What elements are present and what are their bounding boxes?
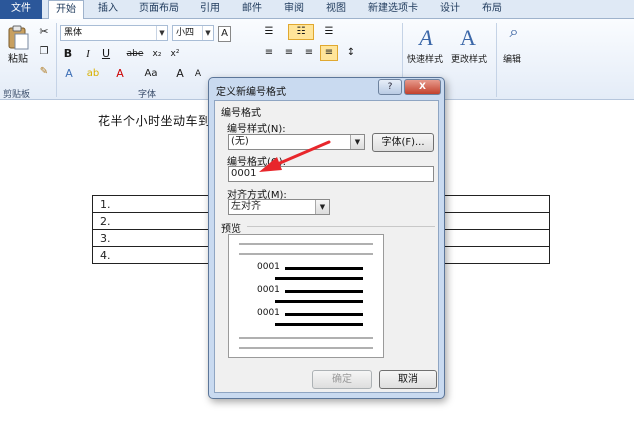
tab-view[interactable]: 视图: [318, 0, 354, 19]
separator: [496, 23, 497, 97]
annotation-arrow-icon: [259, 140, 331, 172]
change-case-button[interactable]: Aa: [142, 67, 160, 81]
preview-text-line: [285, 290, 363, 293]
preview-text-line: [275, 323, 363, 326]
chevron-down-icon[interactable]: ▼: [350, 135, 364, 149]
change-style-button[interactable]: 更改样式: [448, 53, 490, 67]
bullets-icon[interactable]: ☰: [262, 25, 276, 39]
preview-text-line: [275, 277, 363, 280]
align-right-icon[interactable]: ≡: [302, 46, 316, 60]
preview-text-line: [285, 313, 363, 316]
font-size-combo[interactable]: 小四 ▼: [172, 25, 214, 41]
paste-button[interactable]: 粘贴: [4, 53, 32, 67]
number-style-value: (无): [231, 136, 249, 147]
text-effect-icon[interactable]: A: [62, 67, 76, 81]
separator: [56, 23, 57, 97]
preview-text-line: [285, 267, 363, 270]
font-name-value: 黑体: [64, 28, 83, 38]
number-format-section-label: 编号格式: [221, 108, 261, 119]
tab-file[interactable]: 文件: [0, 0, 42, 19]
align-left-icon[interactable]: ≡: [262, 46, 276, 60]
tab-layout[interactable]: 布局: [474, 0, 510, 19]
alignment-select[interactable]: 左对齐 ▼: [228, 199, 330, 215]
dialog-title: 定义新编号格式: [216, 87, 286, 98]
tab-mailings[interactable]: 邮件: [234, 0, 270, 19]
preview-number: 0001: [257, 262, 280, 272]
underline-button[interactable]: U: [100, 47, 112, 61]
close-button[interactable]: X: [404, 79, 441, 95]
superscript-button[interactable]: x²: [168, 47, 182, 61]
strikethrough-button[interactable]: abe: [124, 47, 146, 61]
char-border-button[interactable]: A: [218, 26, 231, 42]
align-center-icon[interactable]: ≡: [282, 46, 296, 60]
chevron-down-icon[interactable]: ▼: [156, 26, 167, 40]
define-number-format-dialog: 定义新编号格式 ? X 编号格式 编号样式(N): (无) ▼ 字体(F)...…: [208, 77, 445, 399]
tab-new-tab[interactable]: 新建选项卡: [360, 0, 426, 19]
ok-button[interactable]: 确定: [312, 370, 372, 389]
ribbon-tab-bar: 文件 开始 插入 页面布局 引用 邮件 审阅 视图 新建选项卡 设计 布局: [0, 0, 634, 20]
tab-references[interactable]: 引用: [192, 0, 228, 19]
font-group-label: 字体: [138, 90, 157, 100]
preview-gray-line: [239, 253, 373, 255]
document-text-line: 花半个小时坐动车到: [98, 114, 211, 128]
copy-icon[interactable]: ❐: [38, 45, 50, 59]
quick-style-icon[interactable]: A: [412, 25, 440, 51]
justify-icon[interactable]: ≡: [320, 45, 338, 61]
font-size-value: 小四: [176, 28, 195, 38]
clipboard-group-label: 剪贴板: [3, 90, 31, 100]
tab-page-layout[interactable]: 页面布局: [132, 0, 186, 19]
format-painter-icon[interactable]: ✎: [38, 65, 50, 79]
font-name-combo[interactable]: 黑体 ▼: [60, 25, 168, 41]
numbering-icon[interactable]: ☷: [288, 24, 314, 40]
font-color-icon[interactable]: A: [114, 67, 126, 81]
help-button[interactable]: ?: [378, 79, 402, 95]
alignment-value: 左对齐: [231, 201, 261, 212]
subscript-button[interactable]: x₂: [150, 47, 164, 61]
change-style-icon[interactable]: A: [454, 25, 482, 51]
binoculars-icon[interactable]: ⌕: [502, 24, 526, 40]
number-style-label: 编号样式(N):: [227, 124, 286, 135]
tab-review[interactable]: 审阅: [276, 0, 312, 19]
edit-button[interactable]: 编辑: [500, 53, 524, 67]
preview-gray-line: [239, 337, 373, 339]
preview-text-line: [275, 300, 363, 303]
preview-gray-line: [239, 347, 373, 349]
shrink-font-icon[interactable]: A: [192, 67, 204, 81]
font-button[interactable]: 字体(F)...: [372, 133, 434, 152]
paste-icon[interactable]: [6, 25, 30, 51]
quick-style-button[interactable]: 快速样式: [404, 53, 446, 67]
multilevel-list-icon[interactable]: ☰: [322, 25, 336, 39]
cut-icon[interactable]: ✂: [38, 25, 50, 39]
preview-label: 预览: [221, 224, 241, 235]
tab-insert[interactable]: 插入: [90, 0, 126, 19]
grow-font-icon[interactable]: A: [174, 67, 186, 81]
line-spacing-icon[interactable]: ↕: [344, 46, 358, 60]
preview-number: 0001: [257, 285, 280, 295]
preview-gray-line: [239, 243, 373, 245]
cancel-button[interactable]: 取消: [379, 370, 437, 389]
bold-button[interactable]: B: [62, 47, 74, 61]
preview-number: 0001: [257, 308, 280, 318]
tab-home[interactable]: 开始: [48, 0, 84, 20]
italic-button[interactable]: I: [82, 47, 94, 61]
highlight-icon[interactable]: ab: [84, 67, 102, 81]
chevron-down-icon[interactable]: ▼: [202, 26, 213, 40]
chevron-down-icon[interactable]: ▼: [315, 200, 329, 214]
tab-design[interactable]: 设计: [432, 0, 468, 19]
divider: [247, 226, 435, 227]
preview-box: 0001 0001 0001: [228, 234, 384, 358]
